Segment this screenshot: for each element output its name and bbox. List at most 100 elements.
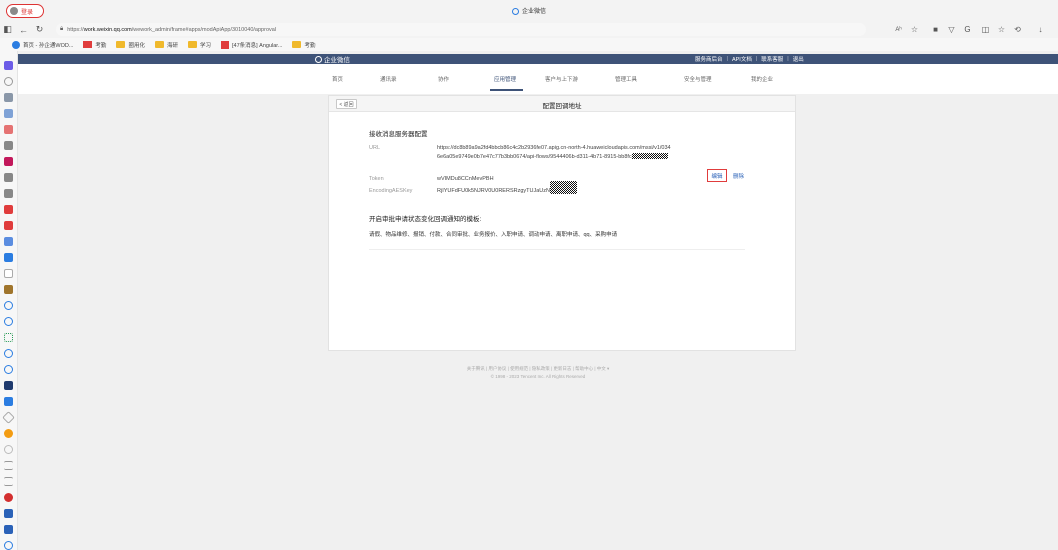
- app-icon[interactable]: [4, 525, 13, 534]
- app-icon[interactable]: [4, 189, 13, 198]
- redaction-mask: [631, 153, 668, 160]
- app-icon[interactable]: [4, 253, 13, 262]
- section-title: 接收消息服务器配置: [369, 131, 428, 138]
- address-bar-row: ◧ ← ↻ 🔒︎ https://work.weixin.qq.com/wewo…: [0, 21, 1058, 38]
- provider-link[interactable]: 服务商后台: [695, 55, 723, 63]
- bookmark-item[interactable]: 考勤: [83, 41, 106, 49]
- search-icon[interactable]: [4, 445, 13, 454]
- browser-sidebar: [0, 51, 18, 550]
- app-icon[interactable]: [4, 285, 13, 294]
- menu-customers[interactable]: 客户与上下游: [545, 75, 578, 83]
- folder-icon: [116, 41, 126, 48]
- wework-logo-icon: [511, 7, 519, 15]
- app-icon[interactable]: [4, 93, 13, 102]
- main-menu: 首页 通讯录 协作 应用管理 客户与上下游 管理工具 安全与管理 我的企业: [18, 64, 1058, 94]
- app-icon[interactable]: [4, 141, 13, 150]
- refresh-icon[interactable]: ↻: [34, 24, 45, 35]
- divider: [369, 249, 745, 250]
- menu-app-management[interactable]: 应用管理: [494, 75, 516, 83]
- split-screen-icon[interactable]: ◫: [980, 24, 991, 35]
- wework-icon[interactable]: [4, 365, 13, 374]
- menu-home[interactable]: 首页: [332, 75, 343, 83]
- sidebar-toggle-icon[interactable]: ◧: [2, 24, 13, 35]
- wework-icon[interactable]: [4, 349, 13, 358]
- menu-tools[interactable]: 管理工具: [615, 75, 637, 83]
- folder-icon: [292, 41, 302, 48]
- app-icon[interactable]: [4, 397, 13, 406]
- history-icon[interactable]: ⟲: [1012, 24, 1023, 35]
- app-icon[interactable]: [4, 509, 13, 518]
- bookmark-folder[interactable]: 考勤: [292, 41, 315, 49]
- aes-key-label: EncodingAESKey: [369, 188, 413, 194]
- document-icon[interactable]: [4, 269, 13, 278]
- bookmark-icon: [220, 40, 229, 49]
- top-nav: 企业微信 服务商后台 | API文档 | 联系客服 | 退出: [18, 54, 1058, 64]
- app-icon[interactable]: [4, 125, 13, 134]
- bookmark-folder[interactable]: 圈用化: [116, 41, 145, 49]
- footer: 关于腾讯 | 用户协议 | 使用规范 | 隐私政策 | 更新日志 | 帮助中心 …: [18, 365, 1058, 381]
- top-links: 服务商后台 | API文档 | 联系客服 | 退出: [695, 55, 804, 63]
- app-icon[interactable]: [4, 157, 13, 166]
- logout-link[interactable]: 退出: [793, 55, 804, 63]
- favorites-icon[interactable]: ☆: [996, 24, 1007, 35]
- window-title: 企业微信: [0, 6, 1058, 15]
- search-icon[interactable]: [4, 77, 13, 86]
- wework-icon[interactable]: [4, 541, 13, 550]
- edit-button[interactable]: 编辑: [707, 169, 727, 182]
- lock-icon: 🔒︎: [60, 26, 64, 32]
- extension-icon[interactable]: ■: [930, 24, 941, 35]
- read-aloud-icon[interactable]: Aʰ: [893, 24, 904, 35]
- app-icon[interactable]: [4, 173, 13, 182]
- app-icon[interactable]: [4, 221, 13, 230]
- section-title: 开启审批申请状态变化回调通知的模板:: [369, 216, 482, 223]
- app-icon[interactable]: [4, 237, 13, 246]
- app-icon[interactable]: [4, 493, 13, 502]
- url-label: URL: [369, 145, 381, 151]
- contact-link[interactable]: 联系客服: [761, 55, 783, 63]
- delete-button[interactable]: 删除: [733, 169, 744, 182]
- api-docs-link[interactable]: API文档: [732, 55, 752, 63]
- brand[interactable]: 企业微信: [315, 54, 350, 64]
- folder-icon: [154, 41, 164, 48]
- page-content: 企业微信 服务商后台 | API文档 | 联系客服 | 退出 首页 通讯录 协作 应用…: [18, 51, 1058, 550]
- browser-extension-icon[interactable]: G: [962, 24, 973, 35]
- brand-name: 企业微信: [324, 57, 350, 64]
- wework-logo-icon: [315, 55, 322, 63]
- filter-icon[interactable]: ▽: [946, 24, 957, 35]
- url-text: https://work.weixin.qq.com/wework_admin/…: [67, 26, 277, 33]
- page-title: 配置回调地址: [542, 103, 582, 110]
- bookmark-folder[interactable]: 海研: [154, 41, 178, 49]
- token-value: wVIMDu8CCnMevPBH: [437, 176, 494, 182]
- wework-icon[interactable]: [4, 317, 13, 326]
- menu-my-company[interactable]: 我的企业: [751, 75, 773, 83]
- chat-icon[interactable]: [4, 429, 13, 438]
- app-icon[interactable]: [4, 205, 13, 214]
- app-icon[interactable]: [4, 61, 13, 70]
- url-field[interactable]: 🔒︎ https://work.weixin.qq.com/wework_adm…: [56, 23, 866, 36]
- back-arrow-icon[interactable]: ←: [18, 24, 29, 35]
- list-icon[interactable]: [4, 461, 13, 470]
- redaction-mask: [549, 181, 577, 195]
- bookmark-item[interactable]: [47条消息] Angular...: [220, 40, 282, 49]
- list-icon[interactable]: [4, 477, 13, 486]
- app-icon[interactable]: [4, 381, 13, 390]
- download-icon[interactable]: ↓: [1035, 24, 1046, 35]
- menu-security[interactable]: 安全与管理: [684, 75, 712, 83]
- menu-collab[interactable]: 协作: [438, 75, 449, 83]
- menu-contacts[interactable]: 通讯录: [380, 75, 397, 83]
- aes-key-value: RjIYUFdFU0k5NJRV0U0RERSRzgyTUJaUzN: [437, 181, 577, 196]
- bookmark-item[interactable]: 首页 - 孙企通WOD...: [12, 40, 73, 49]
- template-list: 请假、物品维修、报销、付款、合同审批、业务报价、入职申请、调动申请、离职申请、q…: [369, 232, 618, 238]
- token-label: Token: [369, 176, 384, 182]
- footer-links[interactable]: 关于腾讯 | 用户协议 | 使用规范 | 隐私政策 | 更新日志 | 帮助中心 …: [18, 365, 1058, 373]
- bookmark-folder[interactable]: 学习: [187, 41, 211, 49]
- app-icon[interactable]: [4, 109, 13, 118]
- tab-title-text: 企业微信: [521, 9, 546, 15]
- active-menu-indicator: [490, 89, 523, 91]
- browser-title-bar: 登录 企业微信: [0, 0, 1058, 21]
- grid-icon[interactable]: [4, 333, 13, 342]
- favorite-star-icon[interactable]: ☆: [909, 24, 920, 35]
- wework-icon[interactable]: [4, 301, 13, 310]
- bookmark-icon: [12, 40, 20, 49]
- pen-icon[interactable]: [2, 411, 15, 424]
